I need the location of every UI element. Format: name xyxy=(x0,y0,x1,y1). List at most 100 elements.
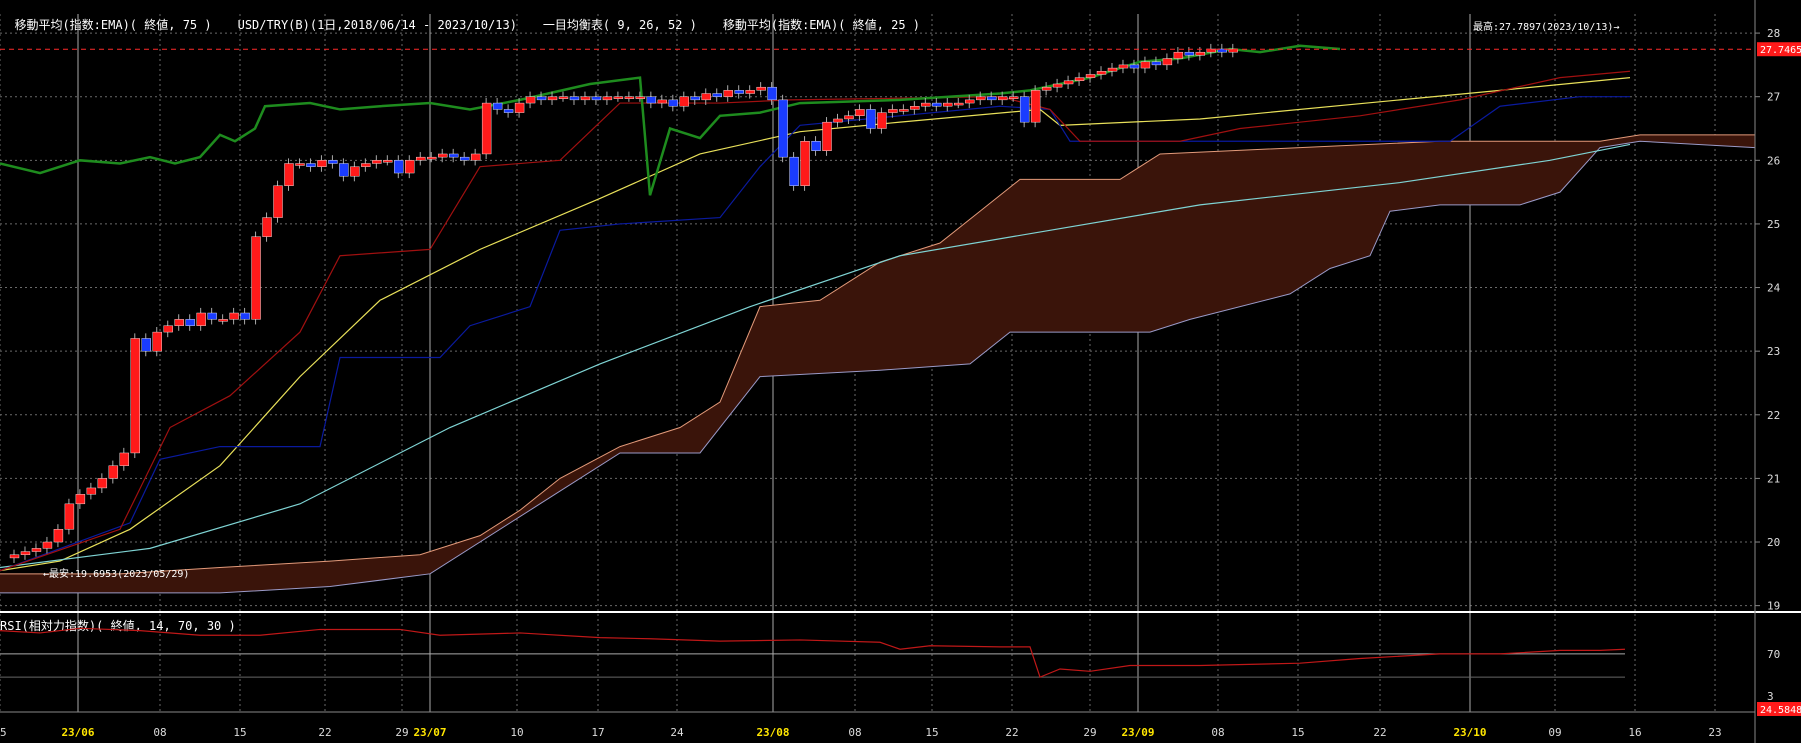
candle-body xyxy=(1184,51,1195,56)
candle-body xyxy=(229,312,239,320)
y-tick-label: 24 xyxy=(1767,282,1781,295)
candle-body xyxy=(185,319,195,326)
candle-body xyxy=(635,96,646,99)
candle-body xyxy=(481,102,492,155)
candle-body xyxy=(130,338,140,454)
candle-body xyxy=(20,551,31,555)
rsi-line xyxy=(0,627,1626,678)
candle-body xyxy=(196,312,206,326)
candle-body xyxy=(844,115,854,120)
candle-body xyxy=(108,465,119,479)
candle-body xyxy=(877,112,887,129)
candle-body xyxy=(965,99,975,104)
candle-body xyxy=(152,331,162,352)
x-tick-label: 09 xyxy=(1548,726,1561,739)
x-tick-label: 17 xyxy=(591,726,604,739)
candle-body xyxy=(646,96,657,104)
y-tick-label: 21 xyxy=(1767,472,1780,485)
y-tick-label: 23 xyxy=(1767,345,1780,358)
x-tick-label: 08 xyxy=(848,726,861,739)
x-tick-label: 08 xyxy=(1211,726,1224,739)
x-tick-label: 29 xyxy=(1083,726,1096,739)
candle-body xyxy=(503,109,514,113)
candle-body xyxy=(833,118,843,123)
candle-body xyxy=(745,90,755,94)
x-tick-label: 23 xyxy=(1708,726,1721,739)
candlestick-chart[interactable]: 19 20 21 22 23 24 25 26 27 28 25 23/06 08 15 22 29 23/07… xyxy=(0,0,1801,743)
cloud-fill xyxy=(0,134,1755,593)
candle-body xyxy=(53,529,64,543)
candle-body xyxy=(1195,51,1206,56)
candle-body xyxy=(613,96,624,99)
candle-body xyxy=(174,319,184,326)
candle-body xyxy=(141,338,151,352)
y-tick-label: 28 xyxy=(1767,27,1780,40)
candle-body xyxy=(470,153,481,161)
x-tick-label: 15 xyxy=(233,726,246,739)
x-tick-label: 15 xyxy=(925,726,938,739)
candle-body xyxy=(547,96,558,101)
candle-body xyxy=(580,96,591,101)
candle-body xyxy=(31,548,42,552)
candle-body xyxy=(262,217,272,237)
candle-body xyxy=(350,166,360,177)
y-tick-label: 27 xyxy=(1767,91,1780,104)
candle-body xyxy=(866,109,876,129)
rsi-level-label: 70 xyxy=(1767,648,1780,661)
candle-body xyxy=(1008,96,1019,99)
candle-body xyxy=(591,96,602,101)
candle-body xyxy=(690,96,700,101)
candle-body xyxy=(405,160,415,174)
candle-body xyxy=(558,96,569,99)
candle-body xyxy=(657,99,668,104)
candle-body xyxy=(822,121,832,151)
x-tick-label: 22 xyxy=(1005,726,1018,739)
rsi-panel: 70 24.5848 3 xyxy=(0,627,1801,716)
candle-body xyxy=(427,156,437,160)
candle-body xyxy=(86,487,97,495)
candle-body xyxy=(767,86,777,101)
candle-body xyxy=(339,163,349,177)
candle-body xyxy=(119,452,130,466)
candle-body xyxy=(75,494,86,505)
candle-body xyxy=(459,156,470,161)
candle-body xyxy=(1063,80,1074,85)
candle-body xyxy=(536,96,547,101)
candle-body xyxy=(910,106,920,110)
candle-body xyxy=(624,96,635,99)
candle-body xyxy=(778,99,788,158)
x-tick-label: 22 xyxy=(1373,726,1386,739)
candle-body xyxy=(701,93,711,101)
candle-body xyxy=(1096,71,1107,75)
low-annotation: ←最安:19.6953(2023/05/29) xyxy=(43,567,189,580)
y-tick-label: 19 xyxy=(1767,600,1780,613)
rsi-value-label: 24.5848 xyxy=(1760,705,1801,716)
candle-body xyxy=(42,541,53,549)
candle-body xyxy=(1140,61,1151,69)
candle-body xyxy=(240,312,250,320)
candle-body xyxy=(1162,58,1173,66)
candle-body xyxy=(888,109,898,113)
candle-body xyxy=(1107,67,1118,72)
candle-body xyxy=(328,160,338,164)
candle-body xyxy=(987,96,997,101)
candle-body xyxy=(1074,77,1085,81)
x-tick-label: 15 xyxy=(1291,726,1304,739)
candle-body xyxy=(998,96,1008,101)
candle-body xyxy=(602,96,613,101)
candle-body xyxy=(811,141,821,151)
candle-body xyxy=(899,109,909,112)
y-tick-label: 22 xyxy=(1767,409,1780,422)
candle-body xyxy=(295,163,305,166)
candle-body xyxy=(954,102,964,106)
candle-body xyxy=(207,312,217,320)
x-tick-label: 23/07 xyxy=(413,726,446,739)
candle-body xyxy=(789,156,799,186)
candle-body xyxy=(1118,64,1129,69)
candle-body xyxy=(306,163,316,167)
candle-body xyxy=(163,325,173,333)
candle-body xyxy=(317,160,327,167)
candle-body xyxy=(284,163,294,186)
candle-body xyxy=(394,160,404,174)
x-tick-label: 16 xyxy=(1628,726,1641,739)
